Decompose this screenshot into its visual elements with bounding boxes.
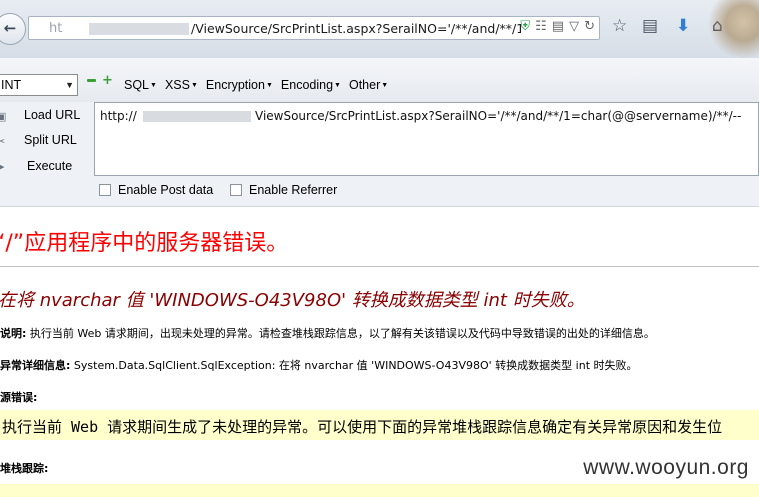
enable-post-checkbox[interactable] (99, 184, 111, 196)
url-redacted (89, 23, 189, 35)
menu-sql[interactable]: SQL▼ (124, 78, 157, 92)
menu-xss[interactable]: XSS▼ (165, 78, 198, 92)
stack-trace-box (0, 484, 759, 497)
reader-icon[interactable]: ▤ (552, 19, 564, 34)
bookmarks-icon[interactable]: ▤ (642, 16, 658, 36)
stack-trace-line: 堆栈跟踪: (0, 460, 48, 476)
qr-icon[interactable]: ☷ (535, 19, 547, 34)
enable-referrer-checkbox[interactable] (230, 184, 242, 196)
source-error-label: 源错误: (0, 391, 38, 404)
url-host: ht (49, 21, 63, 36)
download-icon[interactable]: ⬇ (676, 16, 690, 36)
description-text: 执行当前 Web 请求期间，出现未处理的异常。请检查堆栈跟踪信息，以了解有关该错… (26, 327, 655, 340)
hackbar-options: Enable Post data Enable Referrer (0, 176, 759, 207)
exception-line: 异常详细信息: System.Data.SqlClient.SqlExcepti… (0, 357, 638, 373)
divider (0, 266, 759, 267)
split-url-button[interactable]: Split URL (24, 133, 77, 147)
hackbar-menu: SQL▼ XSS▼ Encryption▼ Encoding▼ Other▼ (124, 78, 396, 92)
enable-post-label: Enable Post data (118, 183, 214, 197)
error-subtitle: 在将 nvarchar 值 'WINDOWS-O43V98O' 转换成数据类型 … (0, 290, 585, 311)
hackbar-toolbar: INT ▼ + SQL▼ XSS▼ Encryption▼ Encoding▼ … (0, 58, 759, 102)
shield-icon[interactable]: ⛨ (520, 19, 530, 34)
hackbar-url-value: ViewSource/SrcPrintList.aspx?SerailNO='/… (255, 109, 742, 123)
back-arrow-icon[interactable]: ← (0, 13, 26, 45)
watermark: www.wooyun.org (583, 456, 749, 479)
url-path: /ViewSource/SrcPrintList.aspx?SerailNO='… (191, 21, 521, 36)
hackbar-url-textarea[interactable]: http:// ViewSource/SrcPrintList.aspx?Ser… (94, 102, 759, 176)
menu-encryption[interactable]: Encryption▼ (206, 78, 273, 92)
source-error-text: 执行当前 Web 请求期间生成了未处理的异常。可以使用下面的异常堆栈跟踪信息确定… (2, 418, 723, 436)
source-error-line: 源错误: (0, 389, 37, 405)
chevron-down-icon: ▼ (190, 82, 198, 89)
type-select-value: INT (1, 78, 22, 92)
enable-referrer-label: Enable Referrer (249, 183, 338, 197)
menu-encoding[interactable]: Encoding▼ (281, 78, 341, 92)
minus-icon[interactable] (87, 79, 96, 82)
menu-other[interactable]: Other▼ (349, 78, 388, 92)
stack-trace-label: 堆栈跟踪: (0, 462, 49, 475)
chevron-down-icon: ▼ (65, 80, 74, 90)
load-url-button[interactable]: Load URL (24, 108, 80, 122)
url-icons: ⛨ ☷ ▤ ▽ ↻ (520, 19, 595, 34)
source-error-box: 执行当前 Web 请求期间生成了未处理的异常。可以使用下面的异常堆栈跟踪信息确定… (0, 410, 759, 440)
star-icon[interactable]: ☆ (612, 16, 627, 36)
theme-decoration (707, 0, 759, 58)
refresh-icon[interactable]: ↻ (584, 19, 595, 34)
address-bar[interactable]: ht /ViewSource/SrcPrintList.aspx?SerailN… (28, 16, 600, 40)
browser-toolbar: ← ht /ViewSource/SrcPrintList.aspx?Serai… (0, 0, 759, 59)
exception-text: System.Data.SqlClient.SqlException: 在将 n… (70, 359, 638, 372)
dropdown-icon[interactable]: ▽ (569, 19, 579, 34)
chevron-down-icon: ▼ (265, 82, 273, 89)
description-label: 说明: (0, 327, 27, 340)
type-select[interactable]: INT ▼ (0, 74, 78, 96)
chevron-down-icon: ▼ (381, 82, 389, 89)
split-url-icon: ✂ (0, 135, 6, 148)
exception-label: 异常详细信息: (0, 359, 71, 372)
chevron-down-icon: ▼ (334, 82, 341, 89)
load-url-icon: ▣ (0, 110, 7, 123)
error-title: “/”应用程序中的服务器错误。 (0, 231, 289, 256)
description-line: 说明: 执行当前 Web 请求期间，出现未处理的异常。请检查堆栈跟踪信息，以了解… (0, 325, 655, 341)
plus-icon[interactable]: + (102, 74, 113, 87)
execute-button[interactable]: Execute (27, 159, 72, 173)
execute-icon: ▶ (0, 160, 5, 173)
hackbar-url-redacted (143, 111, 251, 122)
hackbar-url-prefix: http:// (100, 109, 137, 123)
chevron-down-icon: ▼ (150, 82, 157, 89)
